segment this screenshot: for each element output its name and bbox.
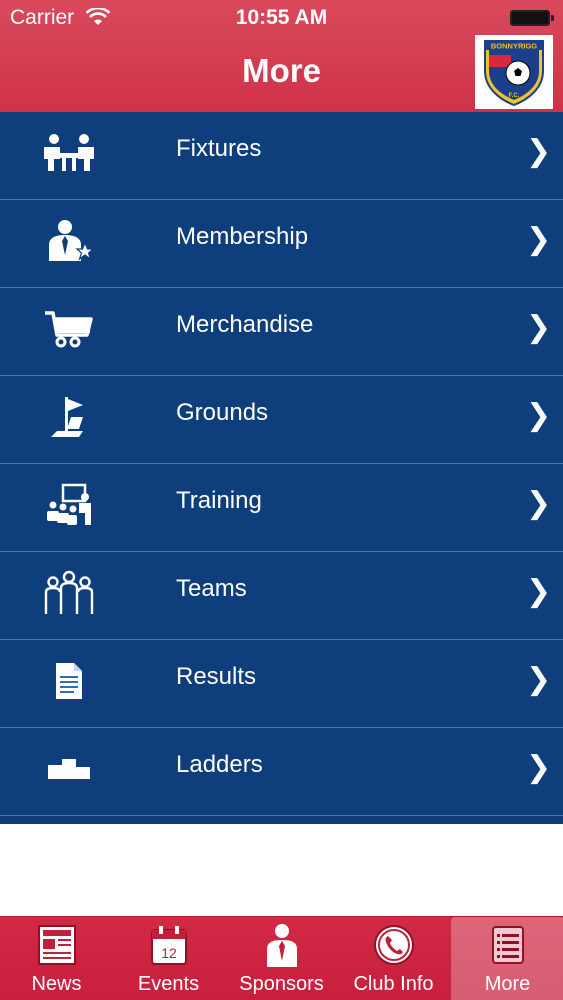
chevron-right-icon: ❯ [526,663,552,696]
menu-item-fixtures[interactable]: Fixtures ❯ [0,112,563,200]
menu-item-training[interactable]: Training ❯ [0,464,563,552]
tab-club-info[interactable]: Club Info [337,917,450,1000]
tab-label: Sponsors [239,973,324,995]
header: Carrier 10:55 AM More BONNYRIGG F.C. [0,0,563,112]
tab-bar: News 12 Events Sponsors Club Info More [0,916,563,1000]
training-icon [40,480,98,530]
chevron-right-icon: ❯ [526,399,552,432]
more-menu-list: Fixtures ❯ Membership ❯ Merchandise ❯ Gr… [0,112,563,824]
menu-item-label: Ladders [176,751,263,778]
newspaper-icon [37,925,76,965]
status-time: 10:55 AM [235,6,328,29]
membership-icon [40,216,98,266]
tab-news[interactable]: News [0,917,113,1000]
menu-item-teams[interactable]: Teams ❯ [0,552,563,640]
svg-text:BONNYRIGG: BONNYRIGG [491,42,537,51]
phone-icon [373,925,414,965]
tab-label: Events [137,973,200,995]
menu-item-label: Teams [176,575,247,602]
chevron-right-icon: ❯ [526,575,552,608]
menu-item-results[interactable]: Results ❯ [0,640,563,728]
tab-label: News [31,973,82,995]
battery-icon [510,10,554,26]
teams-icon [40,568,98,618]
menu-item-label: Merchandise [176,311,314,338]
tab-label: Club Info [353,973,434,995]
calendar-icon: 12 [150,926,187,965]
podium-icon [40,744,98,794]
flag-icon [40,392,98,442]
chevron-right-icon: ❯ [526,311,552,344]
tab-sponsors[interactable]: Sponsors [225,917,338,1000]
businessman-icon [266,924,297,967]
document-icon [40,656,98,706]
club-logo: BONNYRIGG F.C. [475,35,553,109]
menu-item-label: Training [176,487,262,514]
svg-text:F.C.: F.C. [509,93,520,99]
menu-item-membership[interactable]: Membership ❯ [0,200,563,288]
chevron-right-icon: ❯ [526,487,552,520]
club-crest-icon: BONNYRIGG F.C. [484,40,544,107]
menu-item-label: Grounds [176,399,269,426]
menu-item-grounds[interactable]: Grounds ❯ [0,376,563,464]
shopping-cart-icon [40,304,98,354]
chevron-right-icon: ❯ [526,135,552,168]
list-icon [491,926,524,964]
menu-item-merchandise[interactable]: Merchandise ❯ [0,288,563,376]
menu-item-label: Results [176,663,257,690]
tab-events[interactable]: 12 Events [112,917,225,1000]
tab-more[interactable]: More [451,917,563,1000]
fixtures-icon [40,128,98,178]
chevron-right-icon: ❯ [526,751,552,784]
menu-item-label: Membership [176,223,309,250]
menu-item-label: Fixtures [176,135,262,162]
tab-label: More [484,973,531,995]
status-bar: Carrier 10:55 AM [0,0,563,36]
chevron-right-icon: ❯ [526,223,552,256]
calendar-day: 12 [161,945,177,961]
menu-item-ladders[interactable]: Ladders ❯ [0,728,563,816]
